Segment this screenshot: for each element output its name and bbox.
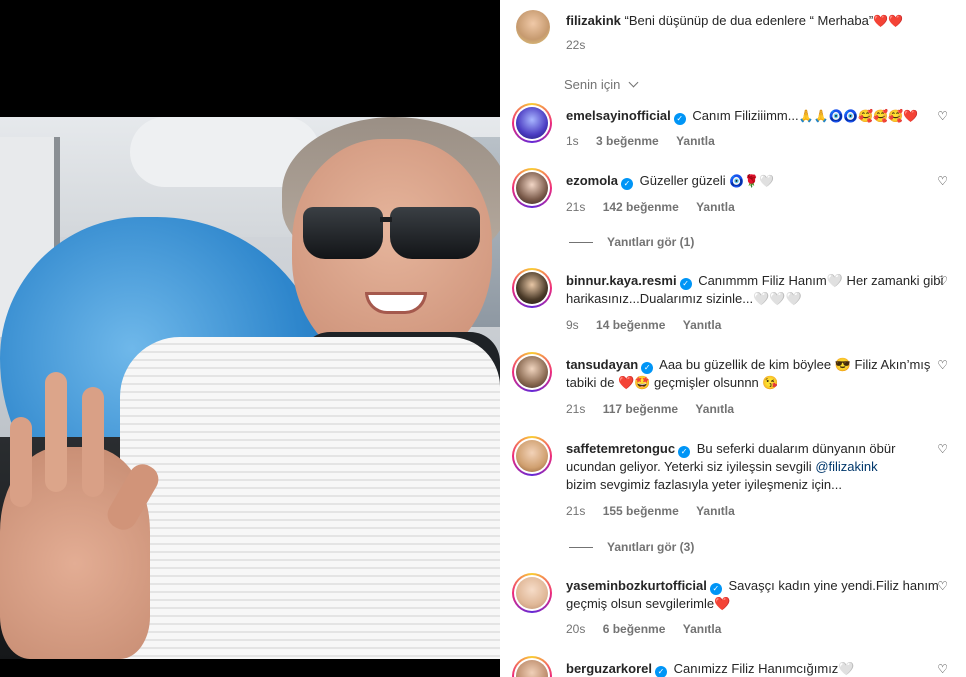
reply-button[interactable]: Yanıtla xyxy=(695,402,734,416)
comment-meta: 21s 155 beğenme Yanıtla xyxy=(566,504,749,518)
commenter-avatar[interactable] xyxy=(512,268,552,308)
view-replies-button[interactable]: Yanıtları gör (3) xyxy=(569,540,694,554)
heart-outline-icon[interactable]: ♡ xyxy=(937,358,948,372)
comment-meta: 21s 142 beğenme Yanıtla xyxy=(566,200,749,214)
comment-username[interactable]: ezomola xyxy=(566,173,618,188)
post-caption: filizakink “Beni düşünüp de dua edenlere… xyxy=(566,12,946,30)
comment-emoji: 🧿🌹🤍 xyxy=(729,174,775,188)
comment-text-line1: Canımmm Filiz Hanım🤍 Her zamanki gibi xyxy=(698,273,944,288)
comment-username[interactable]: saffetemretonguc xyxy=(566,441,675,456)
sort-dropdown[interactable]: Senin için xyxy=(564,77,639,92)
post-photo[interactable] xyxy=(0,117,500,659)
chevron-down-icon xyxy=(628,77,639,88)
sunglasses-left-lens xyxy=(303,207,383,259)
reply-button[interactable]: Yanıtla xyxy=(696,504,735,518)
likes-count[interactable]: 14 beğenme xyxy=(596,318,665,332)
caption-text: “Beni düşünüp de dua edenlere “ Merhaba” xyxy=(624,13,874,28)
comment-username[interactable]: emelsayinofficial xyxy=(566,108,671,123)
comment-time: 9s xyxy=(566,318,579,332)
view-replies-label: Yanıtları gör (1) xyxy=(607,235,695,249)
caption-emoji: ❤️❤️ xyxy=(873,14,904,28)
comment-text-line2: ucundan geliyor. Yeterki siz iyileşsin s… xyxy=(566,459,816,474)
commenter-avatar[interactable] xyxy=(512,352,552,392)
replies-divider xyxy=(569,547,593,549)
replies-divider xyxy=(569,242,593,244)
likes-count[interactable]: 155 beğenme xyxy=(603,504,679,518)
comment-item: saffetemretonguc ✓ Bu seferki dualarım dü… xyxy=(512,436,962,556)
heart-outline-icon[interactable]: ♡ xyxy=(937,662,948,676)
comment-time: 1s xyxy=(566,134,579,148)
comment-username[interactable]: binnur.kaya.resmi xyxy=(566,273,677,288)
comment-meta: 20s 6 beğenme Yanıtla xyxy=(566,622,735,636)
comment-username[interactable]: tansudayan xyxy=(566,357,638,372)
verified-badge-icon: ✓ xyxy=(673,113,686,125)
comment-meta: 9s 14 beğenme Yanıtla xyxy=(566,318,735,332)
comment-text: Canımizz Filiz Hanımcığımız🤍 xyxy=(673,661,855,676)
heart-outline-icon[interactable]: ♡ xyxy=(937,579,948,593)
verified-badge-icon: ✓ xyxy=(709,583,722,595)
heart-outline-icon[interactable]: ♡ xyxy=(937,109,948,123)
verified-badge-icon: ✓ xyxy=(679,278,692,290)
view-replies-label: Yanıtları gör (3) xyxy=(607,540,695,554)
comment-time: 21s xyxy=(566,504,586,518)
commenter-avatar[interactable] xyxy=(512,656,552,677)
likes-count[interactable]: 3 beğenme xyxy=(596,134,659,148)
likes-count[interactable]: 117 beğenme xyxy=(603,402,678,416)
likes-count[interactable]: 6 beğenme xyxy=(603,622,666,636)
comment-item: ezomola ✓ Güzeller güzeli 🧿🌹🤍 21s 142 beğ… xyxy=(512,168,962,249)
comment-text-line2: harikasınız...Dualarımız sizinle...🤍🤍🤍 xyxy=(566,291,802,306)
author-username[interactable]: filizakink xyxy=(566,13,621,28)
comment-meta: 21s 117 beğenme Yanıtla xyxy=(566,402,748,416)
comment-meta: 1s 3 beğenme Yanıtla xyxy=(566,134,729,148)
reply-button[interactable]: Yanıtla xyxy=(676,134,715,148)
comments-panel: filizakink “Beni düşünüp de dua edenlere… xyxy=(500,0,966,677)
finger-1 xyxy=(10,417,32,507)
commenter-avatar[interactable] xyxy=(512,103,552,143)
finger-3 xyxy=(82,387,104,497)
comment-text: Canım Filiziiimm... xyxy=(692,108,799,123)
comment-time: 21s xyxy=(566,402,586,416)
sunglasses-right-lens xyxy=(390,207,480,259)
reply-button[interactable]: Yanıtla xyxy=(696,200,735,214)
reply-button[interactable]: Yanıtla xyxy=(683,622,722,636)
post-media xyxy=(0,0,500,677)
comment-time: 21s xyxy=(566,200,586,214)
comment-text-line2: geçmiş olsun sevgilerimle❤️ xyxy=(566,596,731,611)
post-time: 22s xyxy=(566,38,586,52)
comment-time: 20s xyxy=(566,622,586,636)
author-avatar[interactable] xyxy=(516,10,550,44)
comment-emoji: 🙏🙏🧿🧿🥰🥰🥰❤️ xyxy=(798,109,919,123)
comment-text-line2: tabiki de ❤️🤩 geçmişler olsunnn 😘 xyxy=(566,375,779,390)
comment-text: Güzeller güzeli xyxy=(639,173,726,188)
view-replies-button[interactable]: Yanıtları gör (1) xyxy=(569,235,694,249)
reply-button[interactable]: Yanıtla xyxy=(683,318,722,332)
white-towel xyxy=(120,337,500,659)
comment-text-line1: Bu seferki dualarım dünyanın öbür xyxy=(696,441,896,456)
commenter-avatar[interactable] xyxy=(512,168,552,208)
comment-item: yaseminbozkurtofficial ✓ Savaşçı kadın yi… xyxy=(512,573,962,643)
heart-outline-icon[interactable]: ♡ xyxy=(937,442,948,456)
comment-text-line1: Savaşçı kadın yine yendi.Filiz hanım xyxy=(728,578,939,593)
verified-badge-icon: ✓ xyxy=(678,446,691,458)
commenter-avatar[interactable] xyxy=(512,573,552,613)
comment-item: binnur.kaya.resmi ✓ Canımmm Filiz Hanım🤍 … xyxy=(512,268,962,338)
commenter-avatar[interactable] xyxy=(512,436,552,476)
heart-outline-icon[interactable]: ♡ xyxy=(937,274,948,288)
finger-2 xyxy=(45,372,67,492)
mention-link[interactable]: @filizakink xyxy=(815,459,877,474)
verified-badge-icon: ✓ xyxy=(654,666,667,677)
comment-item: tansudayan ✓ Aaa bu güzellik de kim böyle… xyxy=(512,352,962,422)
verified-badge-icon: ✓ xyxy=(621,178,634,190)
comment-text-line3: bizim sevgimiz fazlasıyla yeter iyileşme… xyxy=(566,477,842,492)
comment-item: berguzarkorel ✓ Canımizz Filiz Hanımcığım… xyxy=(512,656,962,677)
comment-username[interactable]: yaseminbozkurtofficial xyxy=(566,578,707,593)
likes-count[interactable]: 142 beğenme xyxy=(603,200,679,214)
verified-badge-icon: ✓ xyxy=(641,362,654,374)
comment-item: emelsayinofficial ✓ Canım Filiziiimm...🙏🙏… xyxy=(512,103,962,153)
heart-outline-icon[interactable]: ♡ xyxy=(937,174,948,188)
comment-username[interactable]: berguzarkorel xyxy=(566,661,652,676)
sort-label: Senin için xyxy=(564,77,621,92)
sunglasses-bridge xyxy=(380,217,392,222)
comment-text-line1: Aaa bu güzellik de kim böylee 😎 Filiz Ak… xyxy=(659,357,931,372)
